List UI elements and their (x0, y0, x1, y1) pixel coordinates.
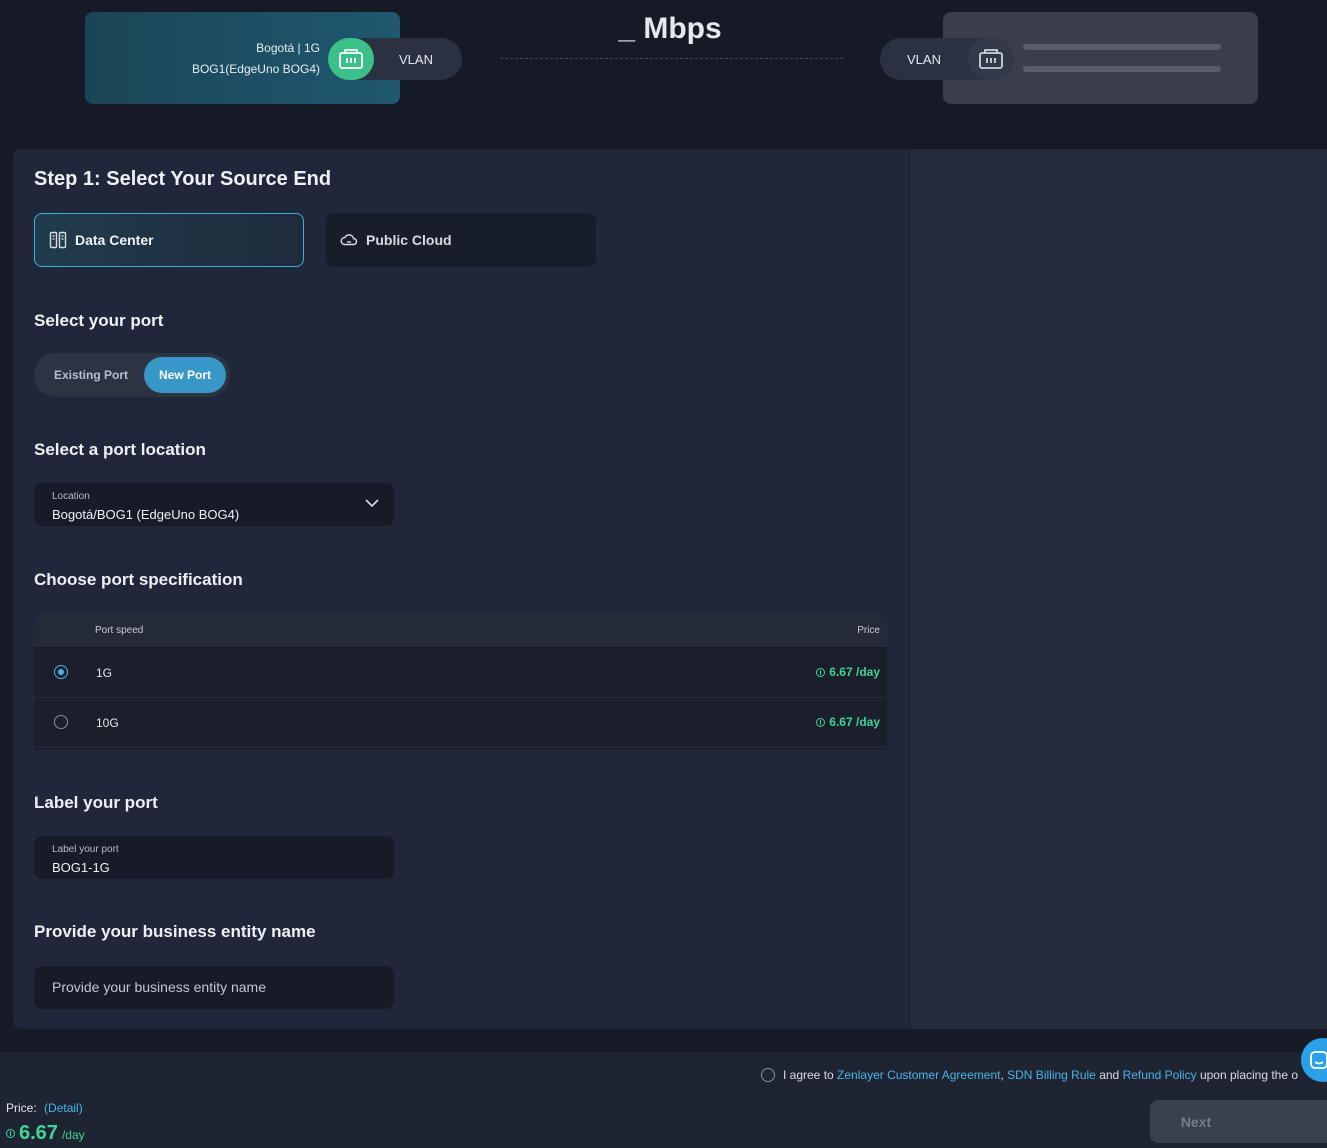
port-price-value: 6.67 /day (829, 665, 880, 679)
port-spec-table: Port speed Price 1G 6.67 /day 10G 6.67 /… (34, 613, 887, 750)
port-price-value: 6.67 /day (829, 715, 880, 729)
port-speed: 10G (96, 716, 119, 730)
existing-port-tab[interactable]: Existing Port (38, 357, 144, 393)
price-label-row: Price: (Detail) (6, 1101, 83, 1115)
port-label-input[interactable]: Label your port BOG1-1G (34, 836, 394, 879)
source-vlan-pill[interactable]: VLAN (328, 38, 462, 80)
source-vlan-label: VLAN (399, 51, 433, 67)
table-row[interactable]: 1G 6.67 /day (34, 648, 887, 698)
radio-selected[interactable] (54, 665, 68, 679)
coin-icon (816, 717, 826, 727)
placeholder-line (1023, 44, 1221, 50)
agreement-and: and (1099, 1068, 1120, 1082)
option-public-cloud-label: Public Cloud (366, 232, 452, 248)
location-value: Bogotá/BOG1 (EdgeUno BOG4) (52, 507, 240, 522)
price-detail-link[interactable]: (Detail) (44, 1101, 83, 1115)
port-speed: 1G (96, 666, 113, 680)
source-end-info: Bogotá | 1G BOG1(EdgeUno BOG4) (192, 38, 320, 80)
port-icon (968, 38, 1014, 80)
price-amount: 6.67 (19, 1122, 58, 1144)
connection-line (500, 58, 843, 59)
port-price: 6.67 /day (816, 665, 880, 679)
data-center-icon (49, 231, 67, 249)
option-data-center[interactable]: Data Center (34, 213, 304, 267)
coin-icon (6, 1129, 15, 1138)
cloud-icon (340, 231, 358, 249)
agreement-suffix: upon placing the o (1199, 1068, 1299, 1082)
port-label-field-label: Label your port (52, 844, 119, 855)
business-entity-heading: Provide your business entity name (34, 922, 316, 941)
new-port-tab[interactable]: New Port (144, 357, 226, 393)
agreement-row: I agree to Zenlayer Customer Agreement, … (761, 1068, 1327, 1082)
select-port-heading: Select your port (34, 311, 164, 330)
destination-vlan-pill[interactable]: VLAN (880, 38, 1014, 80)
business-entity-input[interactable]: Provide your business entity name (34, 966, 394, 1009)
table-row[interactable]: 10G 6.67 /day (34, 698, 887, 748)
price-label: Price: (6, 1101, 37, 1115)
footer-bar (0, 1052, 1327, 1148)
agreement-separator: , (1000, 1068, 1004, 1082)
port-price: 6.67 /day (816, 715, 880, 729)
chat-icon (1310, 1051, 1327, 1069)
placeholder-line (1023, 66, 1221, 72)
port-location-heading: Select a port location (34, 440, 206, 459)
destination-vlan-label: VLAN (907, 51, 941, 67)
customer-agreement-link[interactable]: Zenlayer Customer Agreement (837, 1068, 1000, 1082)
location-select[interactable]: Location Bogotá/BOG1 (EdgeUno BOG4) (34, 483, 394, 526)
source-site-text: BOG1(EdgeUno BOG4) (191, 62, 320, 76)
price-unit: /day (61, 1128, 85, 1142)
next-button-label: Next (1180, 1113, 1212, 1130)
radio-unselected[interactable] (54, 715, 68, 729)
business-entity-placeholder: Provide your business entity name (52, 979, 266, 995)
coin-icon (816, 667, 826, 677)
port-label-value: BOG1-1G (52, 860, 110, 875)
refund-policy-link[interactable]: Refund Policy (1123, 1068, 1197, 1082)
port-spec-heading: Choose port specification (34, 570, 243, 589)
billing-rule-link[interactable]: SDN Billing Rule (1007, 1068, 1096, 1082)
option-public-cloud[interactable]: Public Cloud (326, 213, 596, 267)
option-data-center-label: Data Center (75, 232, 154, 248)
table-header: Port speed Price (34, 613, 887, 648)
agreement-prefix: I agree to (783, 1068, 834, 1082)
source-location-text: Bogotá | 1G (256, 41, 320, 55)
summary-pane (909, 149, 1327, 1029)
agreement-checkbox[interactable] (761, 1068, 775, 1082)
col-port-speed: Port speed (95, 625, 144, 636)
chevron-down-icon (364, 495, 380, 516)
bandwidth-display: _ Mbps (618, 12, 722, 45)
step-title: Step 1: Select Your Source End (34, 168, 332, 190)
next-button[interactable]: Next (1150, 1100, 1327, 1143)
port-type-toggle: Existing Port New Port (34, 353, 230, 397)
price-total: 6.67 /day (6, 1122, 85, 1145)
location-field-label: Location (52, 491, 90, 502)
col-price: Price (857, 625, 880, 636)
label-port-heading: Label your port (34, 793, 158, 812)
port-icon (328, 38, 374, 80)
